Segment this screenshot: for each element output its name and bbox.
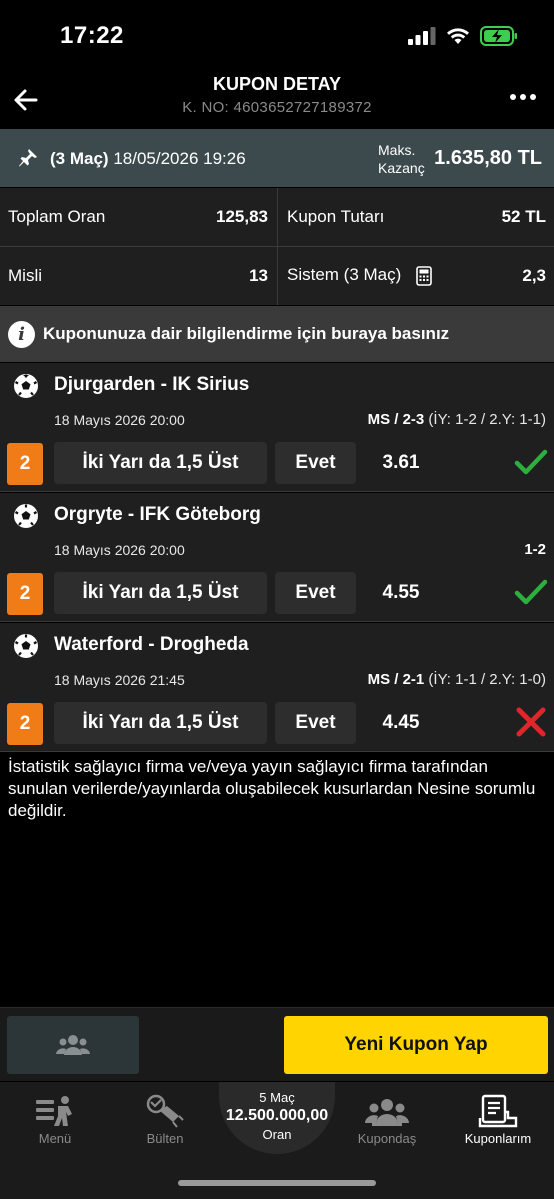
my-coupons-icon bbox=[478, 1094, 518, 1128]
match-row: Orgryte - IFK Göteborg 18 Mayıs 2026 20:… bbox=[0, 493, 554, 622]
bet-odd: 4.45 bbox=[382, 712, 420, 733]
system-label-wrap: Sistem (3 Maç) bbox=[287, 265, 432, 286]
coupon-amount-value: 52 TL bbox=[501, 206, 546, 226]
betslip-match-count: 5 Maç bbox=[259, 1090, 295, 1105]
max-win-value: 1.635,80 TL bbox=[434, 147, 542, 169]
tab-bulten[interactable]: Bülten bbox=[110, 1090, 220, 1150]
match-teams: Orgryte - IFK Göteborg bbox=[54, 504, 261, 525]
football-icon bbox=[14, 504, 38, 528]
summary-match-info: (3 Maç) 18/05/2026 19:26 bbox=[50, 149, 246, 169]
more-options-icon[interactable] bbox=[510, 94, 536, 100]
info-icon: i bbox=[8, 320, 35, 348]
menu-icon bbox=[36, 1096, 72, 1126]
total-odds-cell: Toplam Oran 125,83 bbox=[0, 188, 276, 245]
misli-value: 13 bbox=[249, 265, 268, 285]
coupon-info-grid: Toplam Oran 125,83 Kupon Tutarı 52 TL Mi… bbox=[0, 188, 554, 305]
total-odds-value: 125,83 bbox=[216, 206, 268, 226]
match-result: 1-2 bbox=[524, 541, 546, 558]
bet-market: İki Yarı da 1,5 Üst bbox=[54, 702, 267, 744]
system-value: 2,3 bbox=[522, 265, 546, 285]
match-result-main: MS / 2-1 bbox=[367, 671, 425, 688]
kupondas-icon bbox=[365, 1099, 409, 1126]
action-row: Yeni Kupon Yap bbox=[0, 1007, 554, 1081]
match-row: Waterford - Drogheda 18 Mayıs 2026 21:45… bbox=[0, 623, 554, 752]
bet-market: İki Yarı da 1,5 Üst bbox=[54, 572, 267, 614]
tab-menu[interactable]: Menü bbox=[0, 1090, 110, 1150]
status-bar: 17:22 bbox=[0, 0, 554, 72]
tab-bulten-label: Bülten bbox=[146, 1131, 184, 1146]
battery-charging-icon bbox=[480, 26, 517, 46]
bulletin-icon bbox=[146, 1094, 184, 1128]
bottom-tab-bar: Menü Bülten 5 Maç 12.500.000,00 Oran Kup… bbox=[0, 1082, 554, 1199]
summary-datetime: 18/05/2026 19:26 bbox=[113, 149, 246, 168]
tab-kuponlarim-label: Kuponlarım bbox=[464, 1131, 532, 1146]
group-icon bbox=[56, 1035, 90, 1055]
max-win-label: Maks. Kazanç bbox=[378, 141, 425, 177]
max-win-label-line2: Kazanç bbox=[378, 160, 425, 176]
new-coupon-button[interactable]: Yeni Kupon Yap bbox=[284, 1016, 548, 1074]
bet-pick: Evet bbox=[275, 702, 356, 744]
match-result: MS / 2-1 (İY: 1-1 / 2.Y: 1-0) bbox=[368, 671, 546, 688]
mbs-badge: 2 bbox=[7, 703, 43, 745]
wifi-icon bbox=[447, 28, 469, 44]
disclaimer-text: İstatistik sağlayıcı firma ve/veya yayın… bbox=[8, 757, 536, 820]
header: KUPON DETAY K. NO: 4603652727189372 bbox=[0, 72, 554, 128]
coupon-amount-cell: Kupon Tutarı 52 TL bbox=[279, 188, 554, 245]
match-row: Djurgarden - IK Sirius 18 Mayıs 2026 20:… bbox=[0, 363, 554, 492]
bet-market: İki Yarı da 1,5 Üst bbox=[54, 442, 267, 484]
match-date: 18 Mayıs 2026 20:00 bbox=[54, 542, 185, 558]
betslip-odds: 12.500.000,00 bbox=[225, 1107, 329, 1124]
match-result-main: MS / 2-3 bbox=[367, 411, 425, 428]
bet-odd: 4.55 bbox=[382, 582, 420, 603]
mbs-badge: 2 bbox=[7, 573, 43, 615]
system-cell[interactable]: Sistem (3 Maç) 2,3 bbox=[279, 247, 554, 304]
tab-kuponlarim[interactable]: Kuponlarım bbox=[443, 1090, 553, 1150]
misli-label: Misli bbox=[8, 265, 42, 285]
coupon-amount-label: Kupon Tutarı bbox=[287, 206, 385, 226]
match-date: 18 Mayıs 2026 20:00 bbox=[54, 412, 185, 428]
system-label: Sistem (3 Maç) bbox=[287, 265, 402, 285]
info-banner-text: Kuponunuza dair bilgilendirme için buray… bbox=[43, 324, 450, 343]
coupon-summary: (3 Maç) 18/05/2026 19:26 Maks. Kazanç 1.… bbox=[0, 129, 554, 187]
cross-icon bbox=[516, 707, 546, 737]
home-indicator bbox=[178, 1180, 376, 1186]
coupon-number: K. NO: 4603652727189372 bbox=[182, 99, 372, 116]
summary-match-count: (3 Maç) bbox=[50, 149, 109, 168]
misli-cell: Misli 13 bbox=[0, 247, 276, 304]
tab-menu-label: Menü bbox=[38, 1131, 72, 1146]
share-kupondas-button[interactable] bbox=[7, 1016, 139, 1074]
status-icons bbox=[408, 26, 518, 46]
checkmark-icon bbox=[514, 579, 548, 605]
page-title: KUPON DETAY bbox=[212, 74, 342, 94]
bet-pick: Evet bbox=[275, 572, 356, 614]
total-odds-label: Toplam Oran bbox=[8, 206, 106, 226]
pin-icon bbox=[19, 149, 37, 167]
betslip-odds-label: Oran bbox=[262, 1127, 292, 1142]
match-result-detail: (İY: 1-1 / 2.Y: 1-0) bbox=[424, 671, 546, 688]
mbs-badge: 2 bbox=[7, 443, 43, 485]
tab-kupondas[interactable]: Kupondaş bbox=[332, 1090, 442, 1150]
calculator-icon[interactable] bbox=[416, 265, 432, 286]
bet-odd: 3.61 bbox=[382, 452, 420, 473]
match-result: MS / 2-3 (İY: 1-2 / 2.Y: 1-1) bbox=[368, 411, 546, 428]
match-teams: Djurgarden - IK Sirius bbox=[54, 374, 250, 395]
tab-betslip[interactable]: 5 Maç 12.500.000,00 Oran bbox=[219, 1082, 335, 1154]
match-result-main: 1-2 bbox=[524, 541, 546, 558]
bet-pick: Evet bbox=[275, 442, 356, 484]
football-icon bbox=[14, 374, 38, 398]
grid-divider bbox=[0, 246, 554, 247]
max-win-label-line1: Maks. bbox=[378, 142, 416, 158]
match-teams: Waterford - Drogheda bbox=[54, 634, 249, 655]
info-banner[interactable]: i Kuponunuza dair bilgilendirme için bur… bbox=[0, 306, 554, 362]
match-result-detail: (İY: 1-2 / 2.Y: 1-1) bbox=[424, 411, 546, 428]
tab-kupondas-label: Kupondaş bbox=[357, 1131, 417, 1146]
match-date: 18 Mayıs 2026 21:45 bbox=[54, 672, 185, 688]
signal-icon bbox=[408, 27, 436, 45]
status-time: 17:22 bbox=[60, 22, 124, 49]
checkmark-icon bbox=[514, 449, 548, 475]
football-icon bbox=[14, 634, 38, 658]
